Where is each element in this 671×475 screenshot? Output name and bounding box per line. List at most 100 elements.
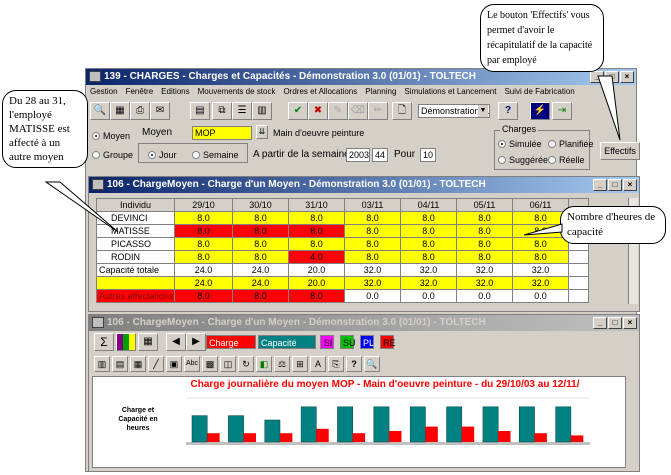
chart-titlebar[interactable]: 106 - ChargeMoyen - Charge d'un Moyen - … — [89, 315, 639, 331]
load-cell[interactable]: 8.0 — [456, 224, 513, 238]
bar-chart-icon[interactable]: ▥ — [94, 356, 110, 372]
validate-icon[interactable]: ✔ — [288, 102, 308, 120]
mail-icon[interactable]: ✉ — [150, 102, 170, 120]
menu-fenetre[interactable]: Fenêtre — [126, 85, 154, 99]
column-header-date[interactable]: 04/11 — [400, 198, 457, 212]
copy-view-icon[interactable]: ⧉ — [212, 102, 232, 120]
menu-suivi[interactable]: Suivi de Fabrication — [504, 85, 574, 99]
load-cell[interactable]: 8.0 — [344, 237, 401, 251]
load-cell[interactable]: 8.0 — [344, 250, 401, 264]
columns-view-icon[interactable]: ▥ — [252, 102, 272, 120]
load-cell[interactable]: 8.0 — [288, 237, 345, 251]
load-cell[interactable]: 8.0 — [174, 250, 233, 264]
load-cell[interactable]: 8.0 — [174, 211, 233, 225]
text-icon[interactable]: Abc — [184, 356, 200, 372]
moyen-code-field[interactable]: MOP — [192, 126, 252, 140]
load-cell[interactable]: 8.0 — [400, 250, 457, 264]
load-cell[interactable]: 8.0 — [400, 211, 457, 225]
load-cell[interactable]: 8.0 — [344, 211, 401, 225]
load-cell[interactable]: 8.0 — [232, 237, 289, 251]
load-cell[interactable]: 8.0 — [400, 224, 457, 238]
column-header-date[interactable]: 30/10 — [232, 198, 289, 212]
cancel-icon[interactable]: ✖ — [308, 102, 328, 120]
sigma-button[interactable]: Σ — [94, 333, 114, 351]
chip-charge[interactable]: Charge — [206, 335, 256, 349]
color-icon[interactable]: ◧ — [256, 356, 272, 372]
radio-reelle[interactable]: Réelle — [548, 155, 585, 165]
grid-minimize-button[interactable]: _ — [593, 179, 607, 191]
font-icon[interactable]: A — [310, 356, 326, 372]
scenario-select[interactable]: Démonstration 3. ▼ — [418, 104, 490, 118]
load-cell[interactable]: 8.0 — [174, 237, 233, 251]
chip-re[interactable]: RE — [380, 335, 396, 349]
menu-ordres[interactable]: Ordres et Allocations — [283, 85, 357, 99]
menu-simulations[interactable]: Simulations et Lancement — [404, 85, 496, 99]
year-field[interactable]: 2003 — [346, 148, 370, 162]
legend-icon[interactable]: ◫ — [220, 356, 236, 372]
print-icon[interactable]: ⎙ — [130, 102, 150, 120]
column-header-date[interactable]: 31/10 — [288, 198, 345, 212]
scale-icon[interactable]: ⚖ — [274, 356, 290, 372]
table-row[interactable]: PICASSO 8.0 8.0 8.0 8.0 8.0 8.0 8.0 — [96, 237, 589, 251]
chart-minimize-button[interactable]: _ — [593, 317, 607, 329]
load-cell[interactable]: 8.0 — [512, 250, 569, 264]
load-cell[interactable]: 8.0 — [456, 250, 513, 264]
load-cell[interactable]: 8.0 — [344, 224, 401, 238]
chart-close-button[interactable]: × — [623, 317, 637, 329]
grid-titlebar[interactable]: 106 - ChargeMoyen - Charge d'un Moyen - … — [89, 177, 639, 193]
load-cell[interactable]: 8.0 — [400, 237, 457, 251]
radio-simulee[interactable]: Simulée — [498, 139, 542, 149]
chip-si[interactable]: SI — [320, 335, 334, 349]
zoom-icon[interactable]: 🔍 — [364, 356, 380, 372]
load-cell[interactable]: 4.0 — [288, 250, 345, 264]
load-cell[interactable]: 8.0 — [174, 224, 233, 238]
radio-semaine[interactable]: Semaine — [192, 150, 239, 160]
next-arrow-icon[interactable]: ▶ — [186, 333, 206, 351]
new-document-icon[interactable]: 🗋 — [392, 102, 412, 120]
bar-colors-icon[interactable] — [116, 333, 136, 351]
table-row[interactable]: RODIN 8.0 8.0 4.0 8.0 8.0 8.0 8.0 — [96, 250, 589, 264]
load-cell[interactable]: 8.0 — [232, 224, 289, 238]
calculator-icon[interactable]: ▦ — [110, 102, 130, 120]
exit-icon[interactable]: ⇥ — [552, 102, 572, 120]
load-cell[interactable]: 8.0 — [232, 211, 289, 225]
load-cell[interactable]: 8.0 — [288, 224, 345, 238]
pour-field[interactable]: 10 — [420, 148, 436, 162]
menu-mouvements[interactable]: Mouvements de stock — [198, 85, 276, 99]
list-view-icon[interactable]: ☰ — [232, 102, 252, 120]
axis-icon[interactable]: ⊞ — [292, 356, 308, 372]
load-cell[interactable]: 8.0 — [288, 211, 345, 225]
column-header-date[interactable]: 29/10 — [174, 198, 233, 212]
effectifs-button[interactable]: Effectifs — [600, 142, 640, 160]
table-row[interactable]: MATISSE8.08.08.08.08.08.08.0 — [96, 224, 589, 238]
column-header-date[interactable]: 03/11 — [344, 198, 401, 212]
radio-planifiee[interactable]: Planifiée — [548, 139, 594, 149]
line-chart-icon[interactable]: ╱ — [148, 356, 164, 372]
load-cell[interactable]: 8.0 — [456, 237, 513, 251]
menu-planning[interactable]: Planning — [365, 85, 396, 99]
menu-gestion[interactable]: Gestion — [90, 85, 118, 99]
chip-pl[interactable]: PL — [360, 335, 374, 349]
lookup-button[interactable]: ⇊ — [256, 125, 268, 139]
prev-arrow-icon[interactable]: ◀ — [166, 333, 186, 351]
copy-icon[interactable]: ⎘ — [328, 356, 344, 372]
row-name[interactable]: RODIN — [96, 250, 175, 264]
grid-lines-icon[interactable]: ▩ — [202, 356, 218, 372]
3d-chart-icon[interactable]: ▤ — [112, 356, 128, 372]
week-field[interactable]: 44 — [372, 148, 388, 162]
chart-icon[interactable]: ⚡ — [530, 102, 550, 120]
chip-capacite[interactable]: Capacité — [258, 335, 316, 349]
chip-su[interactable]: SU — [340, 335, 356, 349]
table-row[interactable]: DEVINCI 8.0 8.0 8.0 8.0 8.0 8.0 8.0 — [96, 211, 589, 225]
calendar-icon[interactable]: ▦ — [138, 333, 158, 351]
load-cell[interactable]: 8.0 — [232, 250, 289, 264]
table-icon[interactable]: ▣ — [166, 356, 182, 372]
search-icon[interactable]: 🔍 — [90, 102, 110, 120]
radio-suggeree[interactable]: Suggérée — [498, 155, 548, 165]
column-header-date[interactable]: 06/11 — [512, 198, 569, 212]
chart-help-icon[interactable]: ? — [346, 356, 362, 372]
grid-view-icon[interactable]: ▤ — [190, 102, 210, 120]
help-icon[interactable]: ? — [498, 102, 518, 120]
radio-groupe[interactable]: Groupe — [92, 150, 133, 160]
menu-editions[interactable]: Editions — [161, 85, 189, 99]
